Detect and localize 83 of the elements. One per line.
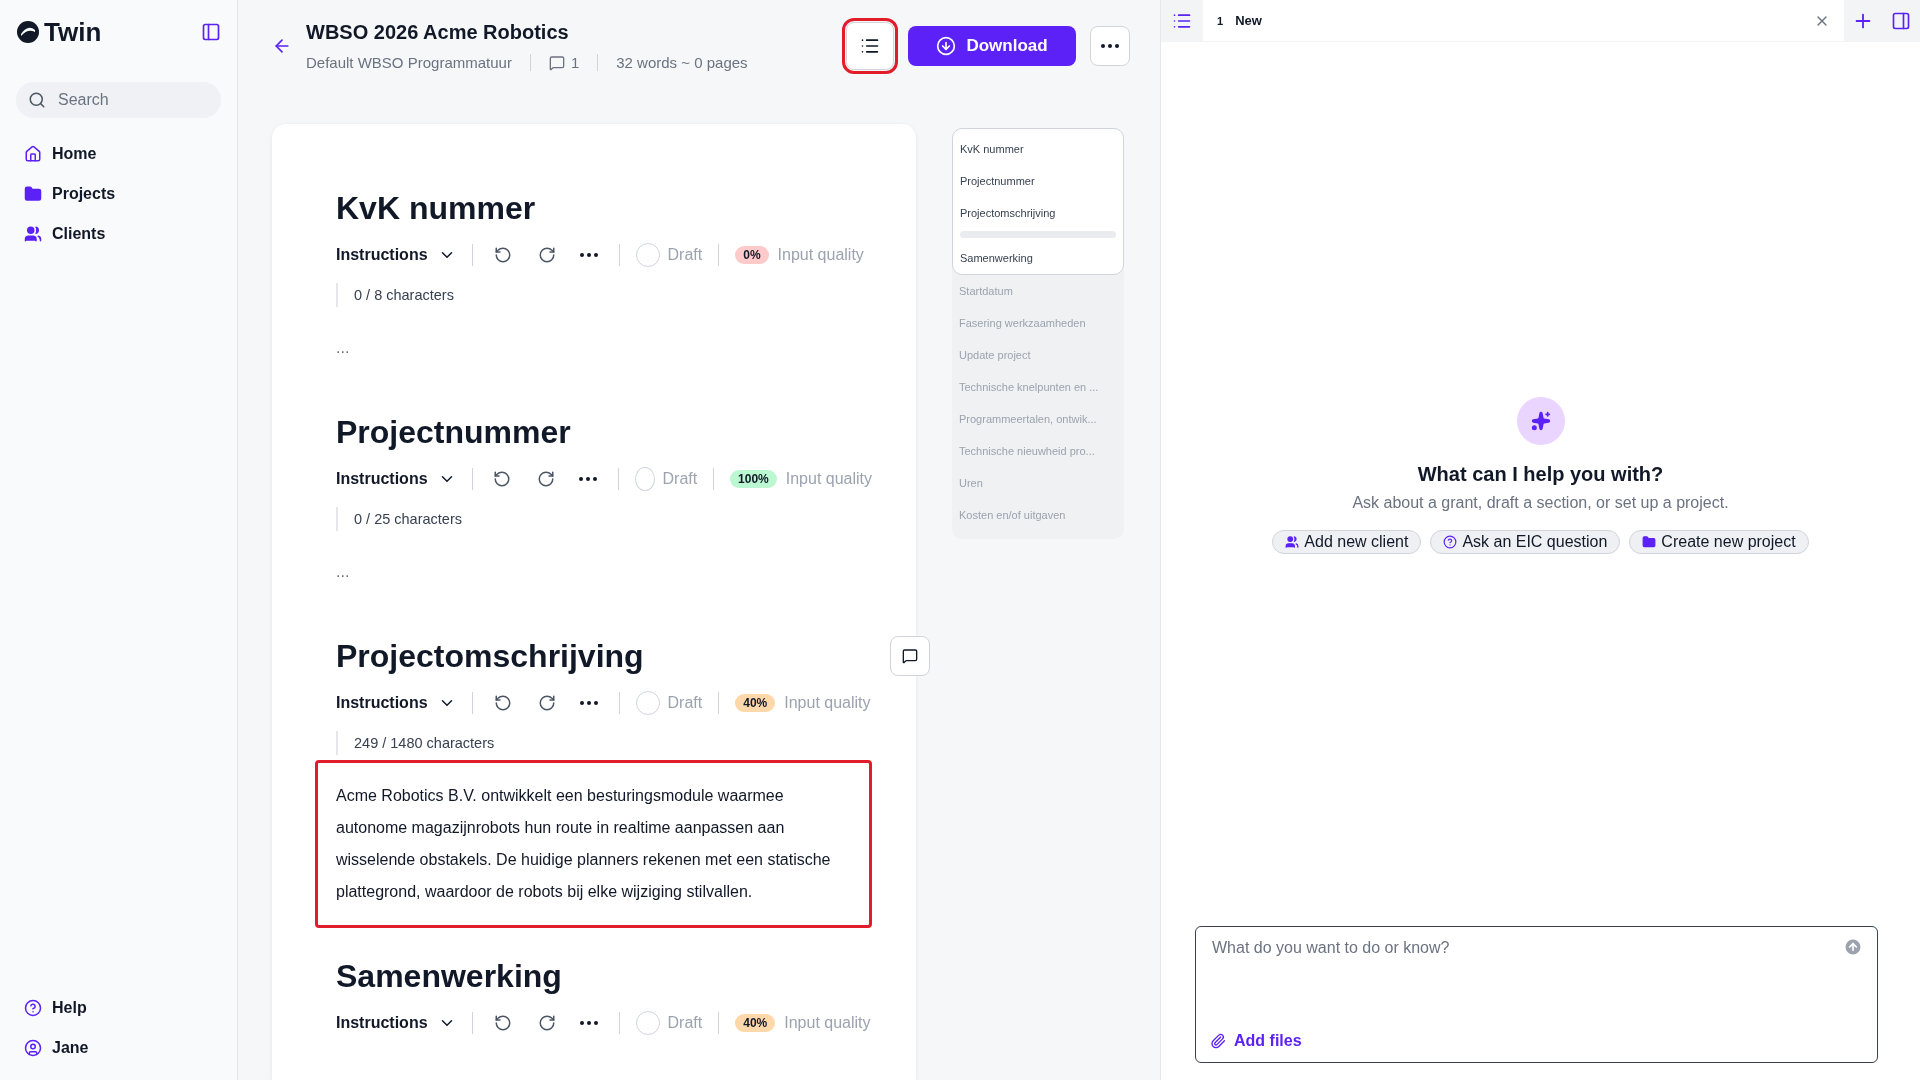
nav-item[interactable]: Home	[16, 138, 221, 170]
add-files-button[interactable]: Add files	[1210, 1032, 1302, 1050]
download-icon	[936, 36, 957, 56]
nav-item[interactable]: Clients	[16, 218, 221, 250]
character-count: 249 / 1480 characters	[336, 731, 872, 755]
ellipsis-icon	[579, 701, 598, 705]
nav-item[interactable]: Help	[16, 992, 221, 1024]
chat-subtitle: Ask about a grant, draft a section, or set up a project.	[1352, 494, 1729, 512]
sparkles-icon	[1530, 411, 1551, 431]
ellipsis-icon	[579, 253, 598, 257]
status-label: Draft	[667, 1014, 703, 1032]
chat-composer[interactable]: What do you want to do or know? Add files	[1195, 926, 1878, 1063]
ellipsis-icon	[579, 1021, 598, 1025]
suggestion-chip[interactable]: Ask an EIC question	[1430, 530, 1621, 554]
quality-label: Input quality	[785, 470, 872, 488]
instructions-dropdown[interactable]: Instructions	[336, 470, 456, 488]
quality-badge: 0%	[735, 246, 769, 264]
suggestion-chip[interactable]: Create new project	[1629, 530, 1809, 554]
outline-item[interactable]: Samenwerking	[953, 242, 1123, 274]
instructions-dropdown[interactable]: Instructions	[336, 1014, 456, 1032]
ellipsis-icon	[579, 477, 598, 481]
help-icon	[24, 999, 42, 1017]
section-text: Acme Robotics B.V. ontwikkelt een besturingsmodule waarmee autonome magazijnrobots hun route in realtime aanpassen aan wisselende obstakels. De huidige planners rekenen met een statische plattegrond, waardoor de robots bij elke wijziging stilvallen.	[336, 786, 832, 902]
help-icon	[1443, 535, 1458, 549]
comment-icon	[902, 648, 918, 664]
nav-item[interactable]: Jane	[16, 1032, 221, 1064]
comment-icon	[548, 54, 565, 71]
section-heading: Projectnummer	[336, 413, 572, 452]
outline-item[interactable]: Projectnummer	[953, 165, 1123, 197]
chat-title: What can I help you with?	[1417, 463, 1664, 486]
home-icon	[24, 145, 42, 163]
character-count: 0 / 25 characters	[336, 507, 872, 531]
users-icon	[1285, 535, 1300, 549]
download-button[interactable]: Download	[908, 26, 1076, 66]
comment-count[interactable]: 1	[529, 54, 598, 71]
outline-item[interactable]: KvK nummer	[953, 133, 1123, 165]
outline-item[interactable]: Projectomschrijving	[953, 197, 1123, 229]
logo-icon	[16, 20, 40, 44]
draft-radio[interactable]	[635, 1011, 660, 1035]
section-text-box[interactable]: ...	[315, 536, 872, 608]
quality-badge: 100%	[730, 470, 777, 488]
draft-radio[interactable]	[635, 691, 660, 715]
user-icon	[24, 1039, 42, 1057]
sidebar-toggle-icon[interactable]	[201, 22, 221, 42]
word-count: 32 words ~ 0 pages	[597, 54, 766, 71]
status-label: Draft	[667, 694, 703, 712]
nav-item[interactable]: Projects	[16, 178, 221, 210]
paperclip-icon	[1210, 1033, 1226, 1049]
folder-icon	[24, 185, 42, 203]
template-name: Default WBSO Programmatuur	[306, 54, 513, 71]
quality-label: Input quality	[777, 246, 864, 264]
users-icon	[24, 225, 42, 243]
suggestion-chip[interactable]: Add new client	[1272, 530, 1422, 554]
chat-list-button[interactable]	[1161, 0, 1203, 41]
instructions-dropdown[interactable]: Instructions	[336, 246, 456, 264]
section-text-box[interactable]: ...	[315, 312, 872, 384]
brand-name: Twin	[44, 16, 102, 48]
search-icon	[28, 91, 46, 109]
more-button[interactable]	[1090, 26, 1130, 66]
section-text-box[interactable]	[315, 760, 872, 928]
instructions-dropdown[interactable]: Instructions	[336, 694, 456, 712]
panel-icon	[1891, 10, 1911, 31]
search-field[interactable]: Search	[56, 85, 206, 115]
document-title: WBSO 2026 Acme Robotics	[306, 21, 570, 44]
character-count: 0 / 8 characters	[336, 283, 872, 307]
quality-badge: 40%	[735, 694, 776, 712]
status-label: Draft	[662, 470, 698, 488]
search-box[interactable]: Search	[16, 82, 221, 118]
ellipsis-icon	[1101, 44, 1119, 48]
quality-label: Input quality	[784, 1014, 871, 1032]
section-heading: Samenwerking	[336, 957, 563, 996]
section-heading: KvK nummer	[336, 189, 537, 228]
list-icon	[860, 36, 880, 56]
folder-icon	[1642, 535, 1657, 549]
quality-label: Input quality	[784, 694, 871, 712]
section-text: ...	[336, 338, 351, 358]
section-text: ...	[336, 562, 351, 582]
status-label: Draft	[667, 246, 703, 264]
quality-badge: 40%	[735, 1014, 776, 1032]
section-heading: Projectomschrijving	[336, 637, 645, 676]
comment-button[interactable]	[890, 636, 930, 676]
draft-radio[interactable]	[635, 243, 660, 267]
draft-radio[interactable]	[635, 467, 655, 491]
